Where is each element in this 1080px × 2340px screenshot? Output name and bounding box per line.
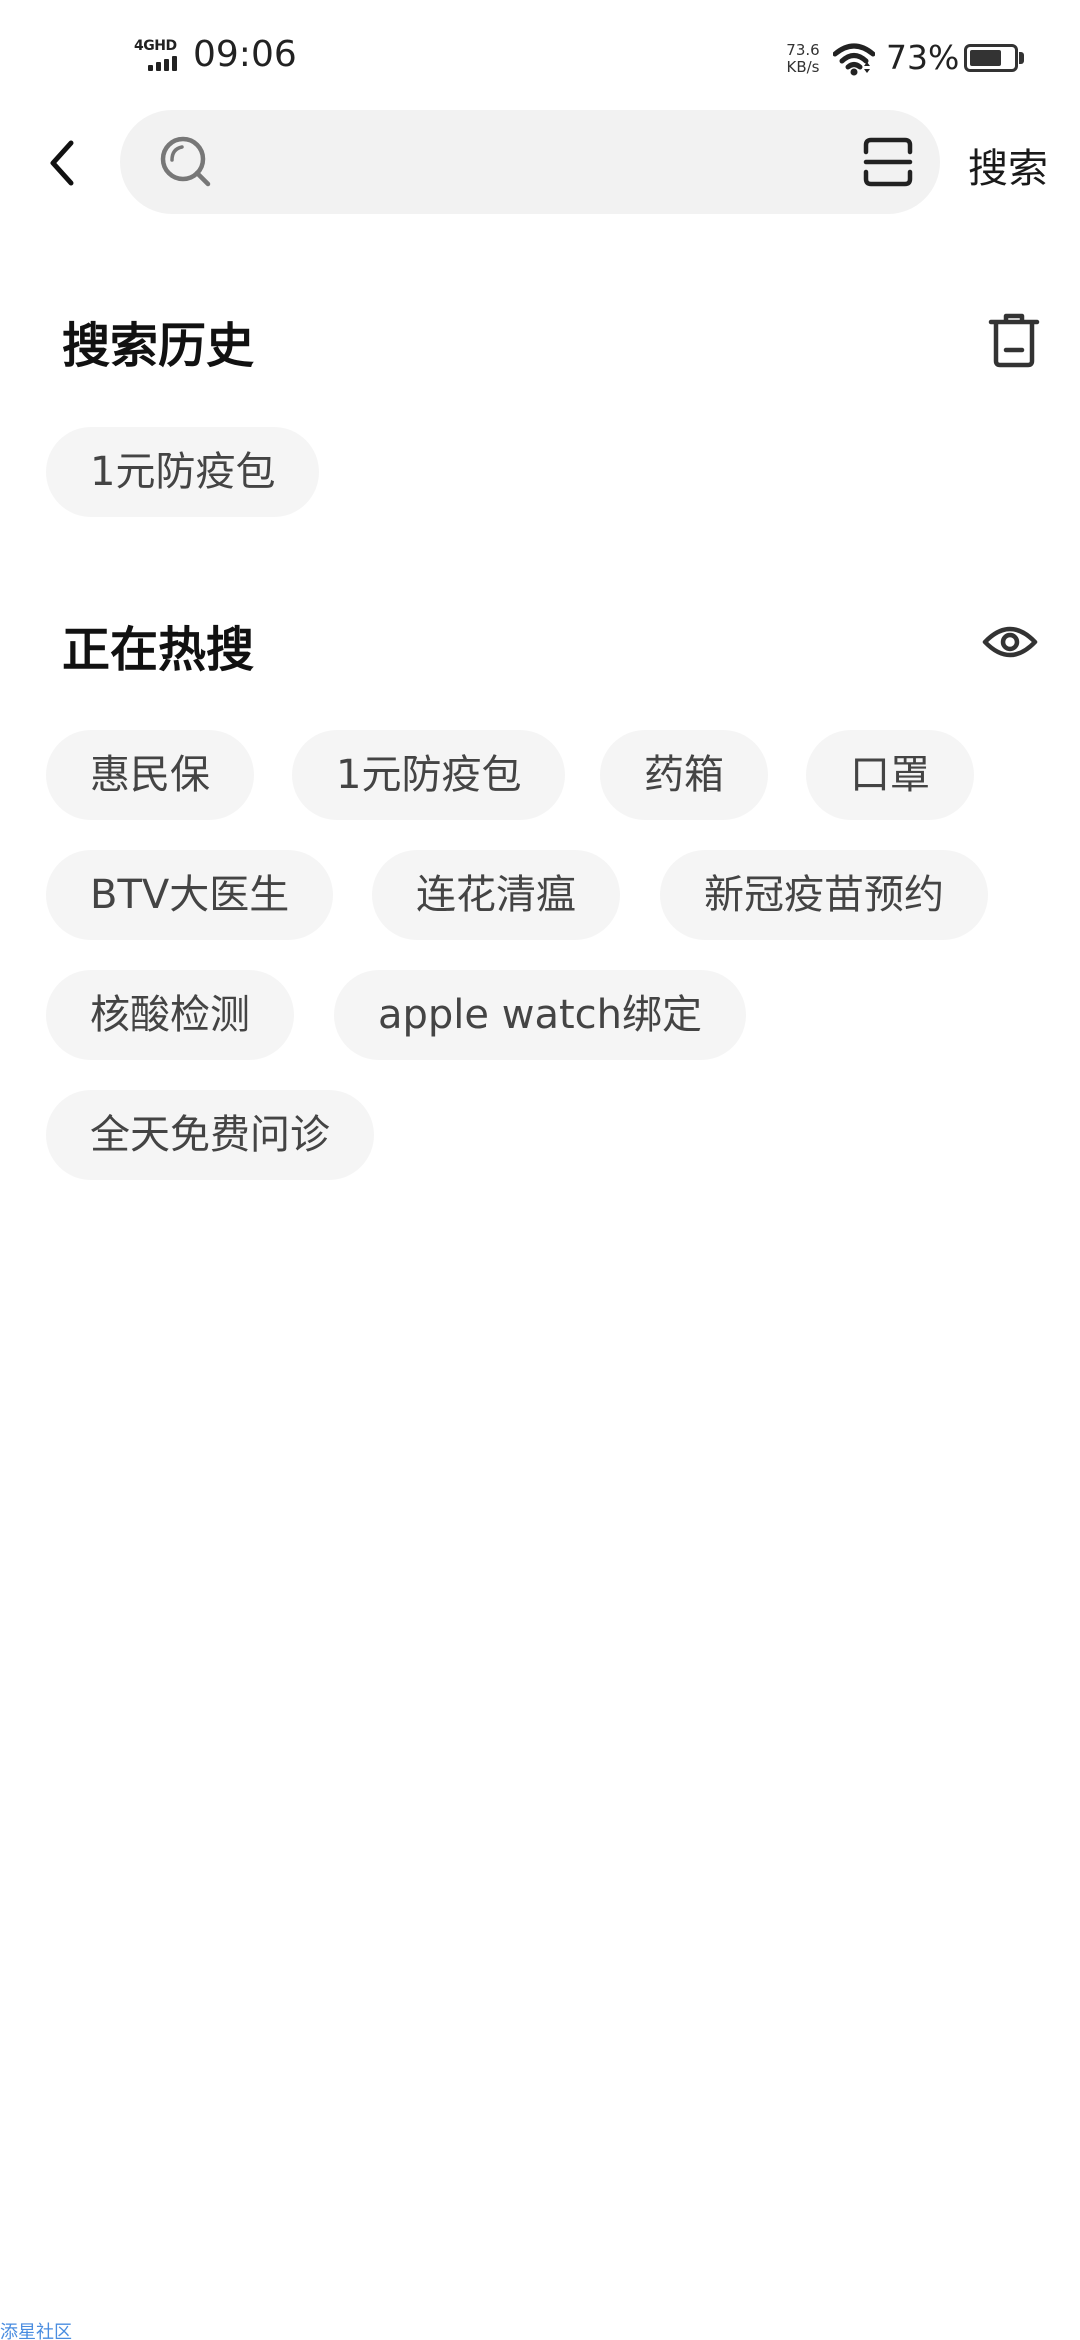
battery-icon — [964, 44, 1018, 72]
hot-chip[interactable]: apple watch绑定 — [334, 970, 746, 1060]
scan-icon[interactable] — [862, 136, 914, 188]
search-input[interactable] — [230, 132, 844, 194]
network-speed-unit: KB/s — [786, 58, 820, 76]
eye-icon — [982, 626, 1038, 658]
hot-chip[interactable]: 药箱 — [600, 730, 768, 820]
network-type: 4GHD — [134, 38, 177, 54]
clear-history-button[interactable] — [984, 310, 1044, 370]
status-time: 09:06 — [193, 34, 297, 75]
hot-chip[interactable]: 核酸检测 — [46, 970, 294, 1060]
search-screen: 4GHD 09:06 73.6 KB/s 73% 搜索 搜索历史 1元防疫包 正… — [0, 0, 1080, 2340]
history-chip[interactable]: 1元防疫包 — [46, 427, 320, 517]
trash-icon — [988, 313, 1040, 368]
hot-chip[interactable]: 新冠疫苗预约 — [660, 850, 988, 940]
hot-chip[interactable]: 连花清瘟 — [372, 850, 620, 940]
hot-chip[interactable]: BTV大医生 — [46, 850, 334, 940]
status-bar: 4GHD 09:06 73.6 KB/s 73% — [0, 0, 1080, 120]
battery-percent: 73% — [886, 38, 960, 77]
wifi-icon — [833, 43, 875, 76]
cellular-signal-icon: 4GHD — [134, 38, 190, 78]
search-icon — [160, 136, 211, 187]
hot-chip[interactable]: 惠民保 — [46, 730, 254, 820]
network-speed-value: 73.6 — [786, 41, 820, 59]
hot-section-title: 正在热搜 — [62, 622, 255, 678]
history-section-title: 搜索历史 — [62, 318, 255, 374]
hot-chip[interactable]: 口罩 — [806, 730, 974, 820]
back-button[interactable] — [36, 128, 88, 198]
battery-tip — [1019, 52, 1024, 64]
watermark: 添星社区 — [0, 2322, 72, 2340]
hot-chip[interactable]: 全天免费问诊 — [46, 1090, 374, 1180]
chevron-left-icon — [50, 140, 74, 186]
search-button[interactable]: 搜索 — [968, 136, 1048, 194]
search-bar[interactable] — [120, 110, 940, 214]
battery-level-fill — [970, 50, 1001, 66]
network-speed: 73.6 KB/s — [780, 42, 826, 76]
hot-chip[interactable]: 1元防疫包 — [292, 730, 566, 820]
toggle-visibility-button[interactable] — [980, 612, 1040, 672]
